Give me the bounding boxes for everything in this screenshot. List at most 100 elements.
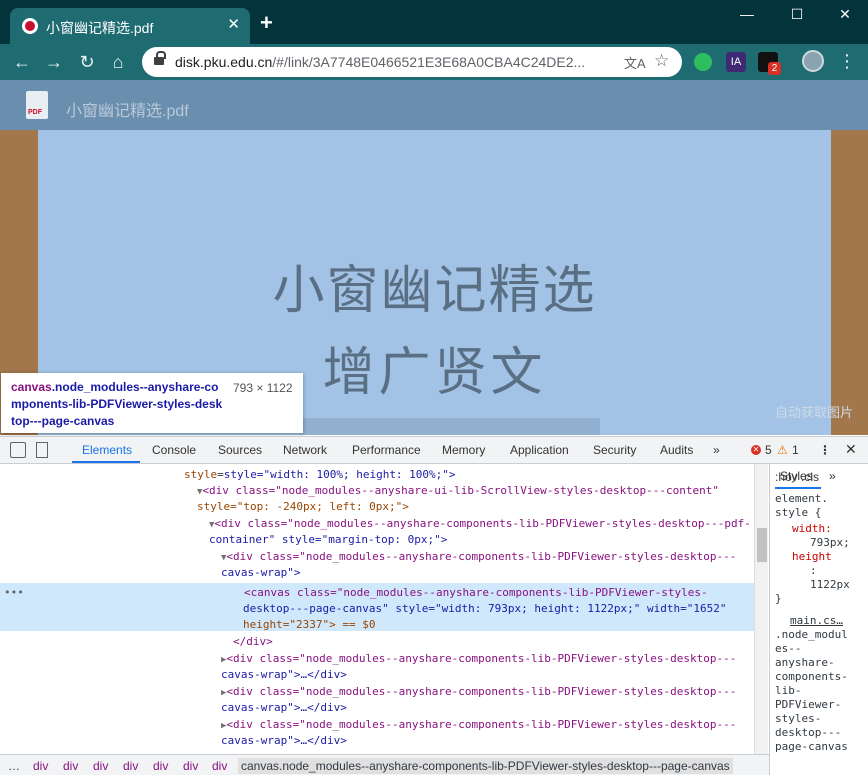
browser-menu-icon[interactable]: ⋮ [838,50,856,72]
stylesheet-link[interactable]: main.cs… [790,614,843,627]
dom-node-line[interactable]: ▶<div class="node_modules--anyshare-comp… [221,684,736,701]
dom-line-text: height="2337"> == $0 [243,618,376,631]
tab-application[interactable]: Application [510,443,569,457]
url-host: disk.pku.edu.cn [175,54,273,70]
error-icon[interactable]: ✕ [751,445,761,455]
page-footer-strip [300,418,600,435]
dom-node-line-selected[interactable]: height="2337"> == $0 [243,617,375,633]
tooltip-selector: canvas.node_modules--anyshare-components… [11,379,226,430]
dom-node-line[interactable]: ▼<div class="node_modules--anyshare-comp… [209,516,751,533]
devtools-menu-icon[interactable]: ⋮ [819,443,831,457]
breadcrumb-item[interactable]: div [63,759,78,773]
dom-line-text: <div class="node_modules--anyshare-ui-li… [202,484,719,497]
dom-scrollbar[interactable] [754,464,768,754]
tab-audits[interactable]: Audits [660,443,693,457]
device-toolbar-icon[interactable] [36,442,48,458]
dom-node-line[interactable]: cavas-wrap">…</div> [221,733,347,749]
warning-icon[interactable]: ⚠ [777,443,788,457]
dom-line-text: style="top: -240px; left: 0px;"> [197,500,409,513]
dom-node-line[interactable]: ▼<div class="node_modules--anyshare-comp… [221,549,736,566]
tab-elements[interactable]: Elements [82,443,132,457]
dom-line-text: <div class="node_modules--anyshare-compo… [226,718,737,731]
dom-line-text: cavas-wrap">…</div> [221,701,347,714]
tab-sources[interactable]: Sources [218,443,262,457]
tab-strip: 小窗幽记精选.pdf ✕ + — ☐ ✕ [0,0,868,44]
tab-memory[interactable]: Memory [442,443,485,457]
close-tab-icon[interactable]: ✕ [227,16,240,34]
active-tab-indicator [72,461,140,463]
translate-icon[interactable]: 文A [624,53,646,72]
dom-line-text: desktop---page-canvas" style="width: 793… [243,602,727,615]
evernote-extension-icon[interactable] [694,53,712,71]
profile-avatar[interactable] [802,50,824,72]
dom-node-line[interactable]: style="top: -240px; left: 0px;"> [197,499,409,515]
devtools-panel: Elements Console Sources Network Perform… [0,436,868,775]
breadcrumb-item[interactable]: div [153,759,168,773]
close-devtools-icon[interactable]: ✕ [845,441,857,458]
breadcrumb-current[interactable]: canvas.node_modules--anyshare-components… [238,758,733,774]
dom-node-line-selected[interactable]: <canvas class="node_modules--anyshare-co… [244,585,708,601]
auto-fetch-image-link[interactable]: 自动获取图片 [775,402,853,421]
style-selector-line: styles- [775,712,822,725]
dom-line-text: style="width: 100%; height: 100%;"> [223,468,456,481]
error-count[interactable]: 5 [765,443,772,457]
dom-node-line[interactable]: </div> [233,634,273,650]
browser-tab[interactable]: 小窗幽记精选.pdf ✕ [10,8,250,44]
warning-count[interactable]: 1 [792,443,799,457]
home-icon[interactable]: ⌂ [106,51,130,73]
tab-styles[interactable]: Styles [780,469,813,483]
tab-performance[interactable]: Performance [352,443,421,457]
dom-scrollbar-thumb[interactable] [757,528,767,562]
dom-node-line-selected[interactable]: desktop---page-canvas" style="width: 793… [243,601,726,617]
breadcrumb-item[interactable]: div [93,759,108,773]
forward-arrow-icon[interactable]: → [42,51,66,73]
node-actions-icon[interactable]: ••• [4,585,24,601]
minimize-button[interactable]: — [732,6,762,22]
dom-line-text: <div class="node_modules--anyshare-compo… [226,550,737,563]
dom-node-line[interactable]: ▼<div class="node_modules--anyshare-ui-l… [197,483,719,500]
style-rule-line: style { [775,506,822,519]
bookmark-star-icon[interactable]: ☆ [654,51,669,71]
dom-node-line[interactable]: container" style="margin-top: 0px;"> [209,532,447,548]
tooltip-dimensions: 793 × 1122 [233,381,293,395]
style-prop-value[interactable]: 793px; [810,536,850,549]
more-tabs-button[interactable]: » [713,443,720,457]
back-arrow-icon[interactable]: ← [10,51,34,73]
dom-line-text: cavas-wrap">…</div> [221,668,347,681]
dom-node-line[interactable]: ▶<div class="node_modules--anyshare-comp… [221,651,736,668]
url-path: /#/link/3A7748E0466521E3E68A0CBA4C24DE2.… [272,54,586,70]
dom-node-line[interactable]: cavas-wrap">…</div> [221,667,347,683]
dom-line-text: cavas-wrap"> [221,566,301,579]
address-bar[interactable]: disk.pku.edu.cn/#/link/3A7748E0466521E3E… [142,47,682,77]
style-selector-line: desktop--- [775,726,842,739]
url-text[interactable]: disk.pku.edu.cn/#/link/3A7748E0466521E3E… [175,54,585,70]
dom-node-line[interactable]: ▶<div class="node_modules--anyshare-comp… [221,717,736,734]
lock-icon[interactable] [154,51,166,67]
close-window-button[interactable]: ✕ [830,6,860,23]
tab-console[interactable]: Console [152,443,196,457]
reload-icon[interactable]: ↻ [75,51,99,73]
dom-node-line[interactable]: cavas-wrap"> [221,565,300,581]
styles-more-button[interactable]: » [829,469,836,483]
new-tab-button[interactable]: + [260,12,273,34]
breadcrumb-item[interactable]: div [123,759,138,773]
tab-network[interactable]: Network [283,443,327,457]
breadcrumb-item[interactable]: div [183,759,198,773]
dom-tree[interactable]: ••• style=style="width: 100%; height: 10… [0,464,754,754]
devtools-tabbar: Elements Console Sources Network Perform… [0,437,868,464]
breadcrumb-item[interactable]: div [33,759,48,773]
breadcrumb-item[interactable]: div [212,759,227,773]
style-prop-value[interactable]: 1122px [810,578,850,591]
pdf-viewer-header: PDF 小窗幽记精选.pdf [0,80,868,130]
dom-line-text: <div class="node_modules--anyshare-compo… [214,517,751,530]
style-prop-name[interactable]: width: [792,522,832,535]
ia-extension-icon[interactable]: IA [726,52,746,72]
dom-node-line[interactable]: style=style="width: 100%; height: 100%;"… [184,467,456,483]
dom-node-line[interactable]: cavas-wrap">…</div> [221,700,347,716]
maximize-button[interactable]: ☐ [782,6,812,23]
tab-security[interactable]: Security [593,443,636,457]
dom-line-text: <div class="node_modules--anyshare-compo… [226,652,737,665]
breadcrumb-ellipsis[interactable]: … [8,759,20,773]
style-prop-name[interactable]: height [792,550,832,563]
inspect-element-icon[interactable] [10,442,26,458]
